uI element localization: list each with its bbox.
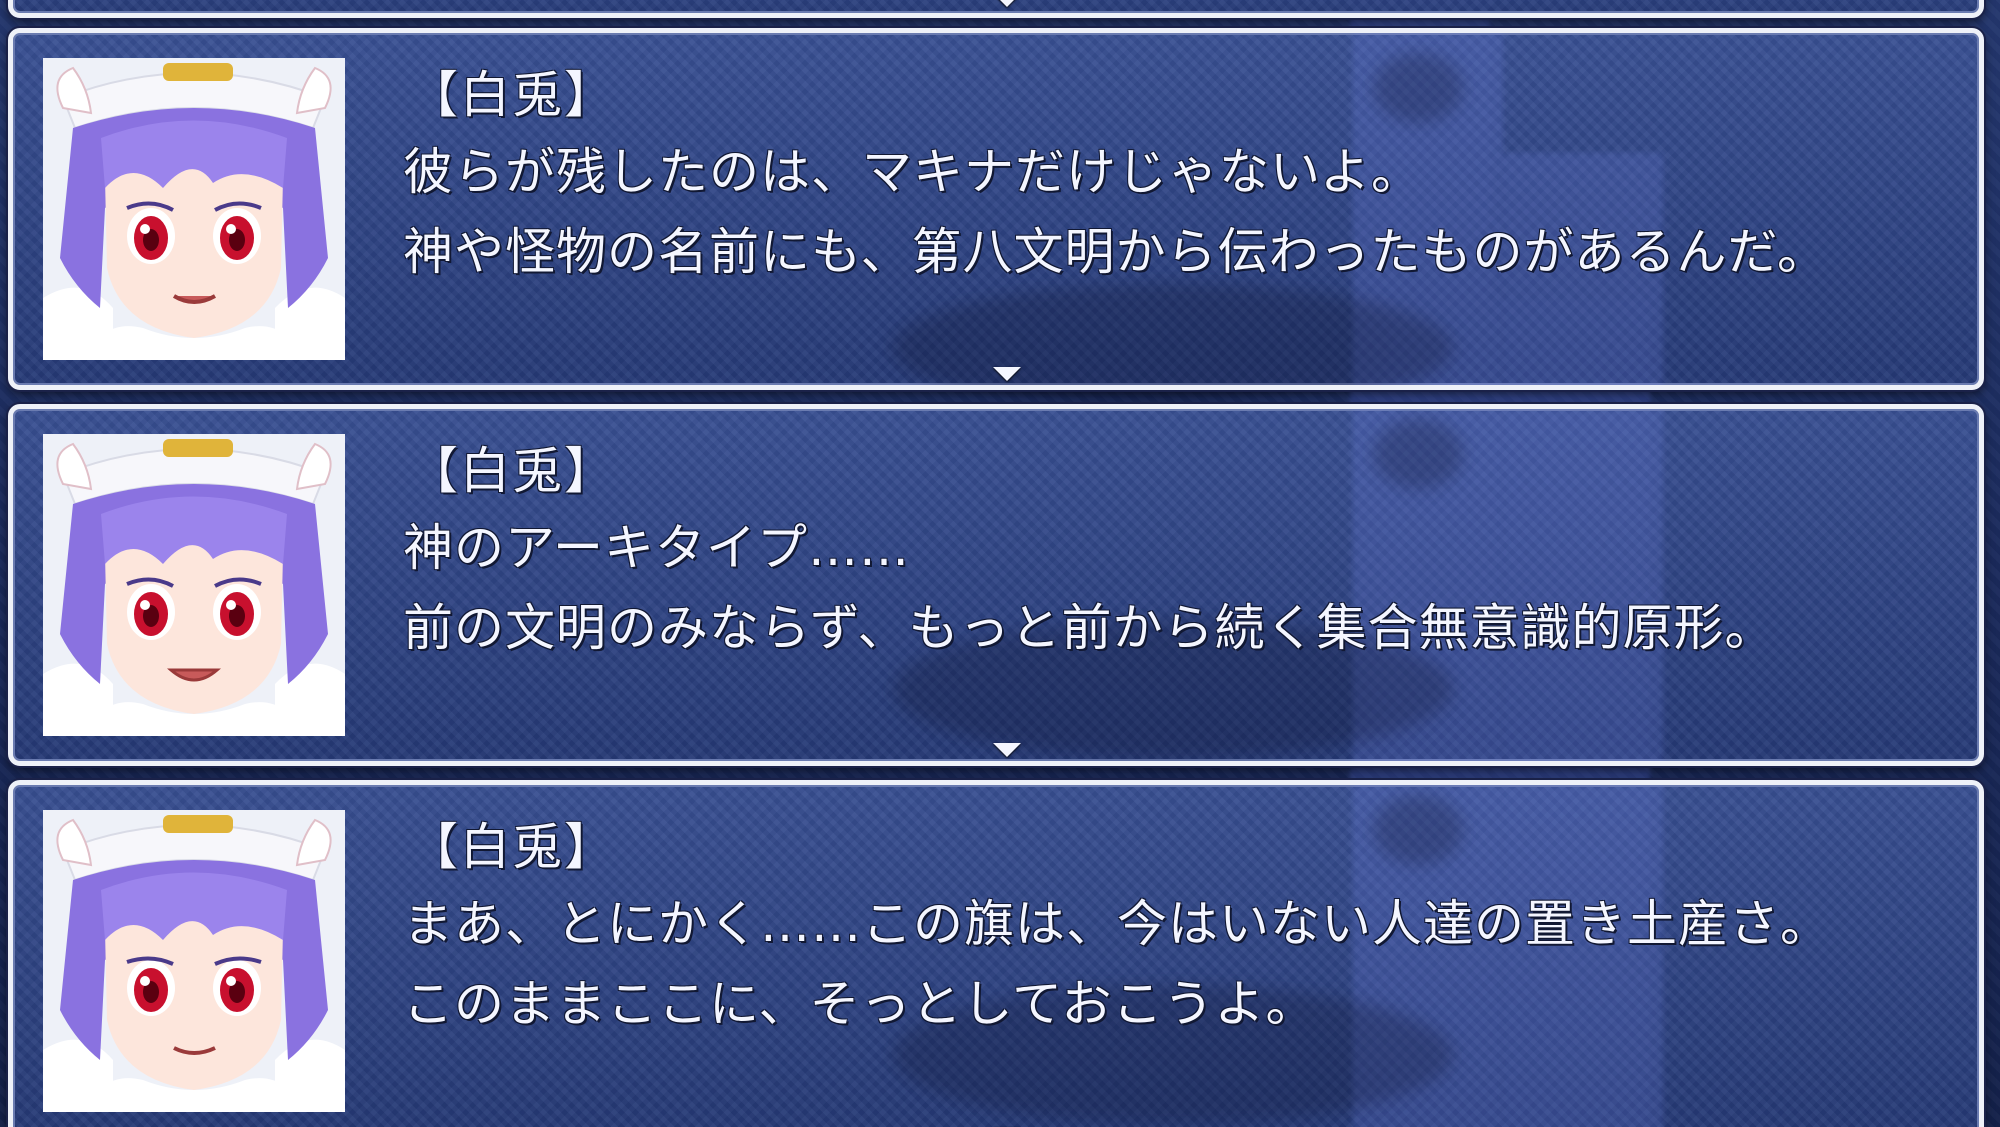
map-rock-shadow bbox=[1373, 53, 1463, 123]
pause-cursor-icon bbox=[993, 367, 1021, 381]
message-window-2[interactable]: 【白兎】 神のアーキタイプ…… 前の文明のみならず、もっと前から続く集合無意識的… bbox=[8, 404, 1984, 766]
speaker-name: 【白兎】 bbox=[408, 442, 616, 500]
previous-message-window-edge bbox=[8, 0, 1984, 18]
character-portrait bbox=[43, 810, 345, 1112]
message-window-3[interactable]: 【白兎】 まあ、とにかく……この旗は、今はいない人達の置き土産さ。 このままここ… bbox=[8, 780, 1984, 1127]
speaker-name: 【白兎】 bbox=[408, 66, 616, 124]
dialogue-line-1: まあ、とにかく……この旗は、今はいない人達の置き土産さ。 bbox=[403, 895, 1831, 953]
message-window-1[interactable]: 【白兎】 彼らが残したのは、マキナだけじゃないよ。 神や怪物の名前にも、第八文明… bbox=[8, 28, 1984, 390]
map-rock-shadow bbox=[1373, 795, 1463, 865]
character-portrait bbox=[43, 434, 345, 736]
shiro-usagi-portrait-icon bbox=[43, 58, 345, 360]
dialogue-line-2: このままここに、そっとしておこうよ。 bbox=[403, 975, 1317, 1033]
pause-cursor-icon bbox=[993, 0, 1021, 7]
dialogue-line-1: 神のアーキタイプ…… bbox=[403, 519, 910, 577]
game-screen: 【白兎】 彼らが残したのは、マキナだけじゃないよ。 神や怪物の名前にも、第八文明… bbox=[0, 0, 2000, 1127]
speaker-name: 【白兎】 bbox=[408, 818, 616, 876]
character-portrait bbox=[43, 58, 345, 360]
pause-cursor-icon bbox=[993, 743, 1021, 757]
dialogue-line-1: 彼らが残したのは、マキナだけじゃないよ。 bbox=[403, 143, 1422, 201]
shiro-usagi-portrait-icon bbox=[43, 810, 345, 1112]
dialogue-line-2: 前の文明のみならず、もっと前から続く集合無意識的原形。 bbox=[403, 599, 1776, 657]
shiro-usagi-portrait-icon bbox=[43, 434, 345, 736]
map-rock-shadow bbox=[1373, 419, 1463, 489]
dialogue-line-2: 神や怪物の名前にも、第八文明から伝わったものがあるんだ。 bbox=[403, 223, 1828, 281]
map-floor-tile bbox=[1503, 409, 1663, 761]
